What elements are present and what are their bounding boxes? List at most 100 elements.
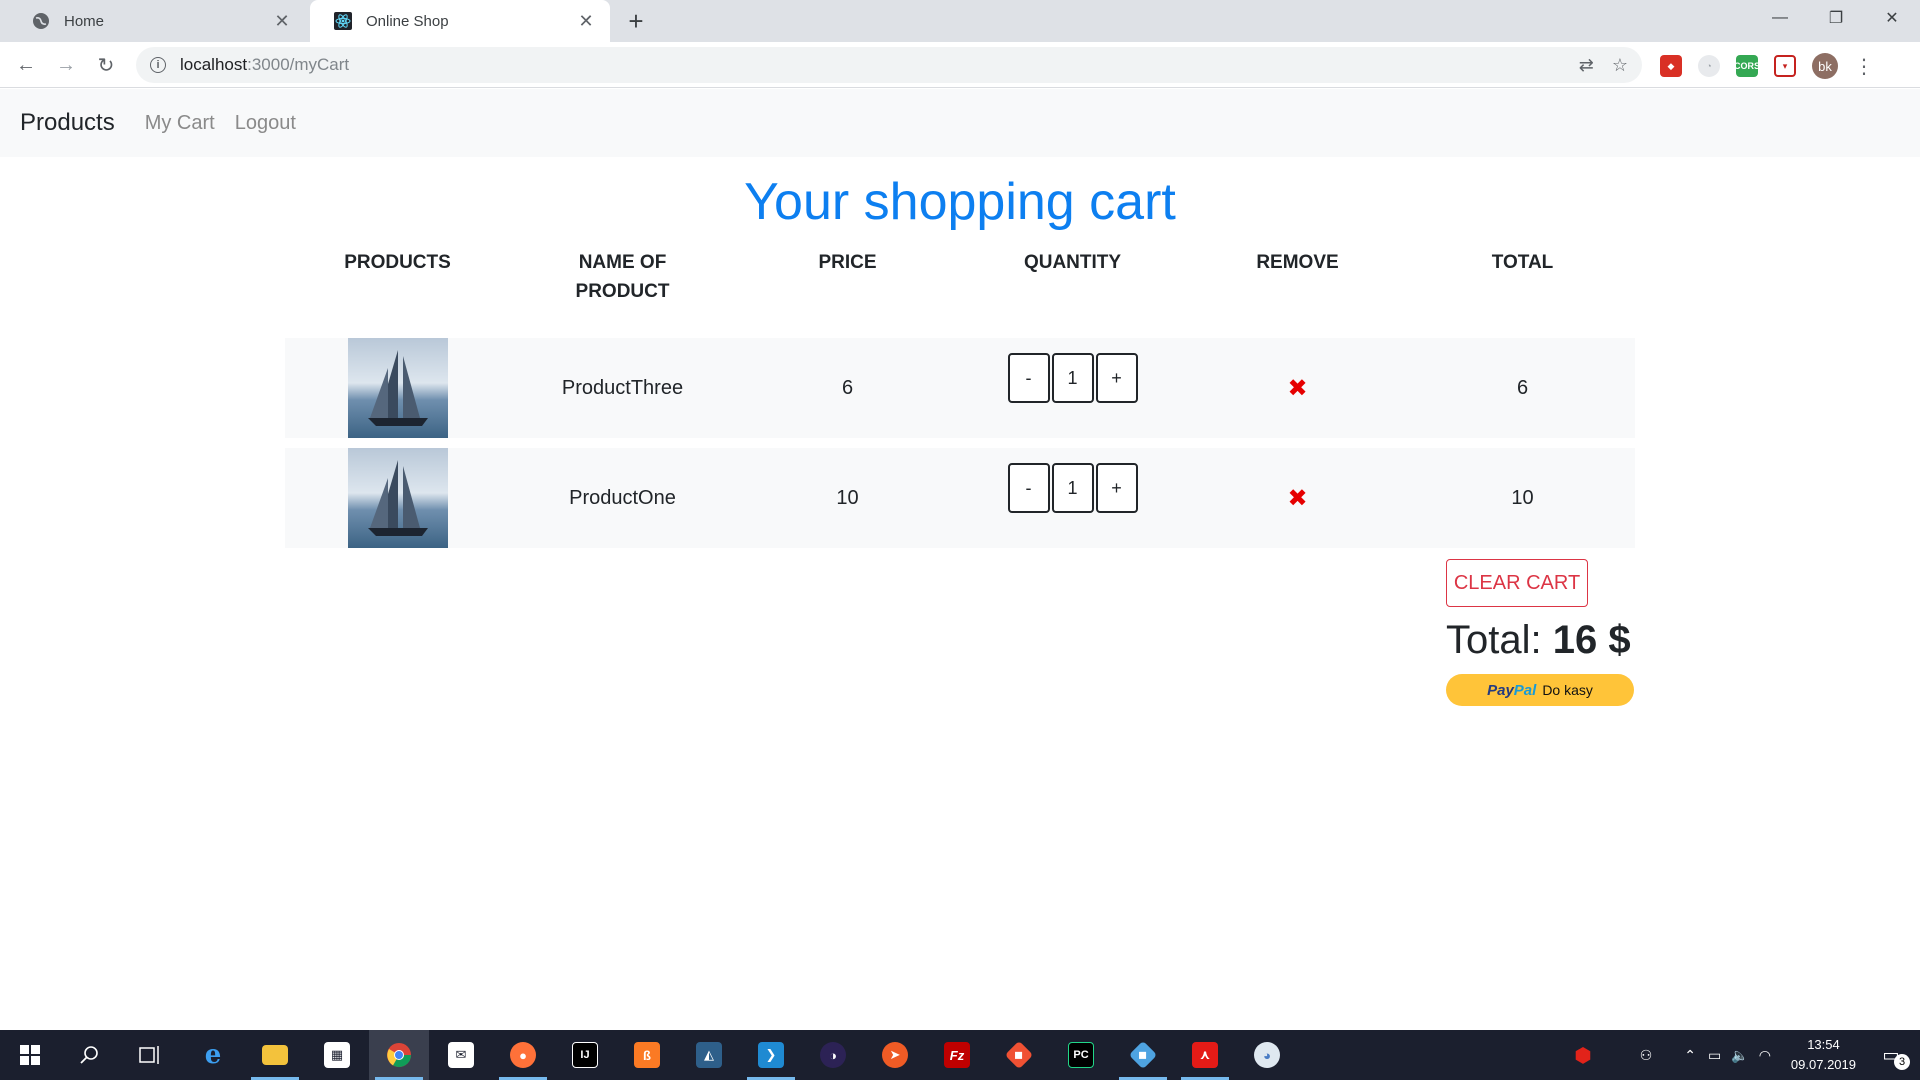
postman-icon[interactable]: ➤ (865, 1030, 925, 1080)
app-navbar: Products My Cart Logout (0, 89, 1920, 157)
new-tab-button[interactable]: + (620, 6, 652, 36)
acrobat-icon[interactable]: ⋏ (1175, 1030, 1235, 1080)
header-total: TOTAL (1491, 252, 1554, 273)
minimize-button[interactable]: — (1752, 0, 1808, 36)
pocket-extension-icon[interactable]: ▾ (1774, 55, 1796, 77)
back-arrow-icon[interactable]: ← (10, 49, 42, 81)
paypal-checkout-button[interactable]: PayPal Do kasy (1446, 674, 1634, 706)
quantity-stepper: - 1 + (960, 338, 1185, 438)
search-icon[interactable] (60, 1030, 120, 1080)
windows-start-icon[interactable] (0, 1030, 60, 1080)
firefox-icon[interactable]: ● (493, 1030, 553, 1080)
eclipse-icon[interactable]: ◑ (803, 1030, 863, 1080)
filezilla-icon[interactable]: Fz (927, 1030, 987, 1080)
xampp-icon[interactable]: ß (617, 1030, 677, 1080)
extension-icon[interactable]: ◆ (1660, 55, 1682, 77)
quantity-stepper: - 1 + (960, 448, 1185, 548)
paypal-logo: PayPal (1487, 681, 1537, 699)
total-value: 16 $ (1552, 618, 1631, 662)
git-gui-icon[interactable]: ◆ (1113, 1030, 1173, 1080)
product-total: 6 (1516, 376, 1529, 399)
decrement-button[interactable]: - (1007, 353, 1050, 403)
tab-title: Home (64, 12, 105, 30)
pycharm-icon[interactable]: PC (1051, 1030, 1111, 1080)
chevron-up-icon[interactable]: ⌃ (1684, 1047, 1696, 1064)
page-title: Your shopping cart (744, 173, 1176, 231)
paint-icon[interactable]: ◕ (1237, 1030, 1297, 1080)
close-icon[interactable]: ✕ (576, 11, 596, 32)
product-price: 10 (836, 486, 859, 509)
globe-icon (32, 12, 50, 30)
remove-cell: ✖ (1185, 338, 1410, 438)
mail-icon[interactable]: ✉ (431, 1030, 491, 1080)
product-name: ProductThree (561, 376, 684, 399)
clock-time: 13:54 (1807, 1037, 1840, 1052)
battery-icon[interactable]: ▭ (1708, 1047, 1721, 1064)
remove-x-icon[interactable]: ✖ (1287, 484, 1307, 513)
task-view-icon[interactable] (120, 1030, 180, 1080)
remove-x-icon[interactable]: ✖ (1287, 374, 1307, 403)
cart-header-row: PRODUCTS NAME OF PRODUCT PRICE QUANTITY … (285, 248, 1635, 318)
bookmark-star-icon[interactable]: ☆ (1612, 55, 1628, 76)
kebab-menu-icon[interactable]: ⋮ (1854, 54, 1874, 79)
product-name: ProductOne (569, 486, 676, 509)
nav-link-my-cart[interactable]: My Cart (145, 112, 215, 135)
tab-home[interactable]: Home ✕ (8, 0, 306, 42)
url-path: :3000/myCart (247, 55, 350, 74)
chrome-icon[interactable] (369, 1030, 429, 1080)
reload-icon[interactable]: ↻ (90, 49, 122, 81)
address-bar[interactable]: i localhost:3000/myCart ⇄ ☆ (136, 47, 1642, 83)
people-icon[interactable]: ⚇ (1640, 1047, 1653, 1064)
git-icon[interactable]: ◆ (989, 1030, 1049, 1080)
increment-button[interactable]: + (1095, 353, 1138, 403)
clock-date: 09.07.2019 (1790, 1057, 1856, 1072)
header-products: PRODUCTS (344, 252, 451, 273)
close-icon[interactable]: ✕ (272, 11, 292, 32)
intellij-icon[interactable]: IJ (555, 1030, 615, 1080)
header-name-of-product: NAME OF PRODUCT (575, 252, 670, 302)
cors-extension-icon[interactable]: CORS (1734, 55, 1760, 77)
vscode-icon[interactable]: ❯ (741, 1030, 801, 1080)
remove-cell: ✖ (1185, 448, 1410, 548)
navbar-brand[interactable]: Products (20, 109, 115, 137)
header-quantity: QUANTITY (1023, 252, 1122, 273)
antivirus-icon[interactable]: ⬢ (1574, 1043, 1591, 1068)
system-tray: ⬢ ⚇ ⌃ ▭ 🔈 ◠ 13:54 09.07.2019 ▭ 3 (1574, 1030, 1920, 1080)
windows-taskbar: e ▦ ✉ ● IJ ß ◭ ❯ ◑ ➤ Fz ◆ PC ◆ ⋏ ◕ ⬢ ⚇ ⌃… (0, 1030, 1920, 1080)
react-icon (334, 12, 352, 30)
avatar[interactable]: bk (1812, 53, 1838, 79)
nav-link-logout[interactable]: Logout (235, 112, 296, 135)
notification-count: 3 (1894, 1054, 1910, 1070)
cart-total: Total: 16 $ (1446, 618, 1631, 663)
paypal-label: Do kasy (1542, 682, 1593, 698)
tab-title: Online Shop (366, 12, 449, 30)
edge-icon[interactable]: e (183, 1030, 243, 1080)
translate-icon[interactable]: ⇄ (1579, 55, 1594, 76)
product-image-cell (285, 338, 510, 438)
notification-center-icon[interactable]: ▭ 3 (1876, 1040, 1910, 1070)
site-info-icon[interactable]: i (150, 57, 166, 73)
taskbar-clock[interactable]: 13:54 09.07.2019 (1791, 1035, 1856, 1075)
wifi-icon[interactable]: ◠ (1759, 1047, 1771, 1064)
volume-icon[interactable]: 🔈 (1731, 1047, 1748, 1064)
mysql-workbench-icon[interactable]: ◭ (679, 1030, 739, 1080)
tab-online-shop[interactable]: Online Shop ✕ (310, 0, 610, 42)
maximize-button[interactable]: ❐ (1808, 0, 1864, 36)
sailing-ship-image (347, 338, 448, 438)
header-remove: REMOVE (1256, 252, 1339, 273)
extension-icon[interactable]: ◔ (1698, 55, 1720, 77)
window-controls: — ❐ ✕ (1752, 0, 1920, 36)
browser-tab-bar: Home ✕ Online Shop ✕ + — ❐ ✕ (0, 0, 1920, 42)
window-close-button[interactable]: ✕ (1864, 0, 1920, 36)
table-row: ProductOne 10 - 1 + ✖ 10 (285, 448, 1635, 548)
header-price: PRICE (818, 252, 877, 273)
total-label: Total: (1446, 618, 1542, 662)
product-image-cell (285, 448, 510, 548)
file-explorer-icon[interactable] (245, 1030, 305, 1080)
clear-cart-button[interactable]: CLEAR CART (1446, 559, 1588, 607)
increment-button[interactable]: + (1095, 463, 1138, 513)
decrement-button[interactable]: - (1007, 463, 1050, 513)
forward-arrow-icon[interactable]: → (50, 49, 82, 81)
store-icon[interactable]: ▦ (307, 1030, 367, 1080)
table-row: ProductThree 6 - 1 + ✖ 6 (285, 338, 1635, 438)
